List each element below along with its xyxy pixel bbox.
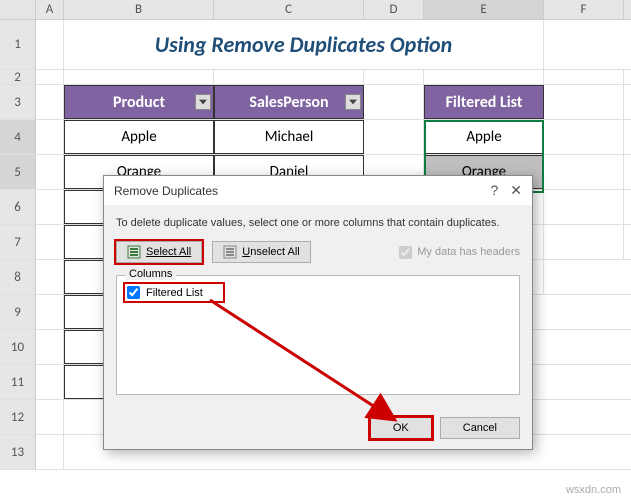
cell-D2[interactable] xyxy=(364,70,424,84)
unselect-all-icon xyxy=(223,245,237,259)
row-header-4[interactable]: 4 xyxy=(0,120,36,154)
col-header-F[interactable]: F xyxy=(544,0,624,19)
cell-F6[interactable] xyxy=(544,190,624,224)
row-header-9[interactable]: 9 xyxy=(0,295,36,329)
unselect-all-button[interactable]: Unselect All xyxy=(212,241,310,263)
col-header-E[interactable]: E xyxy=(424,0,544,19)
filter-icon[interactable] xyxy=(345,94,361,110)
cell-F3[interactable] xyxy=(544,85,624,119)
cell-C4[interactable]: Michael xyxy=(214,120,364,154)
header-product[interactable]: Product xyxy=(64,85,214,119)
select-all-button[interactable]: Select All xyxy=(116,241,202,263)
row-header-1[interactable]: 1 xyxy=(0,20,36,69)
row-header-6[interactable]: 6 xyxy=(0,190,36,224)
select-all-corner[interactable] xyxy=(0,0,36,19)
row-header-2[interactable]: 2 xyxy=(0,70,36,84)
ok-button[interactable]: OK xyxy=(370,417,432,439)
col-header-A[interactable]: A xyxy=(36,0,64,19)
row-header-12[interactable]: 12 xyxy=(0,400,36,434)
cell-A4[interactable] xyxy=(36,120,64,154)
header-filtered[interactable]: Filtered List xyxy=(424,85,544,119)
cell-B2[interactable] xyxy=(64,70,214,84)
cell-A9[interactable] xyxy=(36,295,64,329)
unselect-all-label: Unselect All xyxy=(242,246,299,258)
cell-A3[interactable] xyxy=(36,85,64,119)
title-cell[interactable]: Using Remove Duplicates Option xyxy=(64,20,544,69)
row-header-3[interactable]: 3 xyxy=(0,85,36,119)
row-3: 3 Product SalesPerson Filtered List xyxy=(0,85,631,120)
col-header-B[interactable]: B xyxy=(64,0,214,19)
row-header-7[interactable]: 7 xyxy=(0,225,36,259)
row-4: 4 Apple Michael Apple xyxy=(0,120,631,155)
my-data-headers-checkbox[interactable]: My data has headers xyxy=(399,246,520,259)
cell-D3[interactable] xyxy=(364,85,424,119)
cell-A11[interactable] xyxy=(36,365,64,399)
header-salesperson[interactable]: SalesPerson xyxy=(214,85,364,119)
cell-A1[interactable] xyxy=(36,20,64,69)
cell-D4[interactable] xyxy=(364,120,424,154)
select-all-label: Select All xyxy=(146,246,191,258)
remove-duplicates-dialog: Remove Duplicates ? ✕ To delete duplicat… xyxy=(103,175,533,450)
help-icon[interactable]: ? xyxy=(490,182,498,199)
cell-A8[interactable] xyxy=(36,260,64,294)
columns-label: Columns xyxy=(125,268,176,280)
row-2: 2 xyxy=(0,70,631,85)
cell-B4[interactable]: Apple xyxy=(64,120,214,154)
cell-F7[interactable] xyxy=(544,225,624,259)
cancel-button[interactable]: Cancel xyxy=(440,417,520,439)
cell-F5[interactable] xyxy=(544,155,624,189)
row-1: 1 Using Remove Duplicates Option xyxy=(0,20,631,70)
cell-A5[interactable] xyxy=(36,155,64,189)
headers-checkbox-label: My data has headers xyxy=(417,246,520,258)
row-header-13[interactable]: 13 xyxy=(0,435,36,469)
col-header-C[interactable]: C xyxy=(214,0,364,19)
header-product-label: Product xyxy=(113,93,165,112)
cell-A10[interactable] xyxy=(36,330,64,364)
select-all-icon xyxy=(127,245,141,259)
cell-A13[interactable] xyxy=(36,435,64,469)
column-item-filtered-list[interactable]: Filtered List xyxy=(125,284,223,301)
row-header-8[interactable]: 8 xyxy=(0,260,36,294)
cell-A12[interactable] xyxy=(36,400,64,434)
column-item-label: Filtered List xyxy=(146,287,203,299)
column-headers: A B C D E F xyxy=(0,0,631,20)
dialog-titlebar: Remove Duplicates ? ✕ xyxy=(104,176,532,205)
col-header-D[interactable]: D xyxy=(364,0,424,19)
cell-F4[interactable] xyxy=(544,120,624,154)
cell-A7[interactable] xyxy=(36,225,64,259)
cell-E2[interactable] xyxy=(424,70,544,84)
columns-fieldset: Columns Filtered List xyxy=(116,275,520,395)
dialog-title: Remove Duplicates xyxy=(114,184,218,198)
dialog-instruction: To delete duplicate values, select one o… xyxy=(116,217,520,229)
row-header-10[interactable]: 10 xyxy=(0,330,36,364)
header-filtered-label: Filtered List xyxy=(446,93,523,112)
row-header-11[interactable]: 11 xyxy=(0,365,36,399)
cell-A6[interactable] xyxy=(36,190,64,224)
cell-C2[interactable] xyxy=(214,70,364,84)
cell-F2[interactable] xyxy=(544,70,624,84)
header-salesperson-label: SalesPerson xyxy=(249,93,328,112)
row-header-5[interactable]: 5 xyxy=(0,155,36,189)
cell-E4[interactable]: Apple xyxy=(424,120,544,154)
column-checkbox[interactable] xyxy=(127,286,140,299)
filter-icon[interactable] xyxy=(195,94,211,110)
cell-A2[interactable] xyxy=(36,70,64,84)
watermark: wsxdn.com xyxy=(566,484,621,496)
close-icon[interactable]: ✕ xyxy=(510,182,522,199)
headers-checkbox-input[interactable] xyxy=(399,246,412,259)
